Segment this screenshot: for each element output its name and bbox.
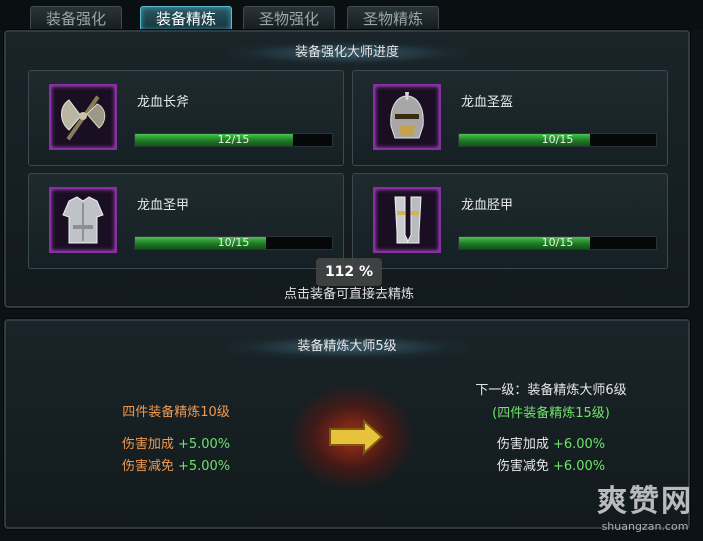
stat-value: +6.00% [552, 437, 606, 452]
watermark-url: shuangzan.com [601, 520, 689, 533]
leg-armor-icon [373, 187, 441, 253]
stat-label: 伤害加成 [121, 437, 174, 452]
tab-equip-enhance[interactable]: 装备强化 [30, 6, 122, 30]
site-watermark: 爽赞网 shuangzan.com [597, 476, 693, 533]
item-name: 龙血圣盔 [461, 95, 514, 110]
next-requirement: (四件装备精炼15级) [492, 406, 610, 421]
stat-value: +5.00% [177, 459, 231, 474]
right-arrow-icon [329, 418, 384, 456]
watermark-logo-text: 爽赞网 [597, 484, 693, 519]
item-name: 龙血圣甲 [137, 198, 190, 213]
equipment-card-axe[interactable]: 龙血长斧 12/15 [28, 70, 344, 166]
stat-label: 伤害减免 [121, 459, 174, 474]
battle-axe-icon [49, 84, 117, 150]
item-name: 龙血胫甲 [461, 198, 514, 213]
progress-bar: 10/15 [458, 236, 657, 250]
tab-relic-enhance[interactable]: 圣物强化 [243, 6, 335, 30]
refine-master-panel: 装备精炼大师5级 四件装备精炼10级 伤害加成 +5.00% 伤害减免 +5.0… [4, 319, 690, 529]
item-name: 龙血长斧 [137, 95, 190, 110]
chest-armor-icon [49, 187, 117, 253]
stat-value: +6.00% [552, 459, 606, 474]
progress-text: 10/15 [217, 236, 250, 249]
stat-value: +5.00% [177, 437, 231, 452]
progress-text: 12/15 [217, 133, 250, 146]
tab-relic-refine[interactable]: 圣物精炼 [347, 6, 439, 30]
zoom-indicator: 112 % [316, 258, 382, 286]
stat-label: 伤害加成 [496, 437, 549, 452]
tab-equip-refine[interactable]: 装备精炼 [140, 6, 232, 30]
equipment-card-chest[interactable]: 龙血圣甲 10/15 [28, 173, 344, 269]
progress-panel-title: 装备强化大师进度 [227, 41, 467, 65]
refine-master-title: 装备精炼大师5级 [227, 335, 467, 359]
equipment-card-legs[interactable]: 龙血胫甲 10/15 [352, 173, 668, 269]
progress-bar: 12/15 [134, 133, 333, 147]
tab-bar: 装备强化 装备精炼 圣物强化 圣物精炼 [0, 0, 703, 30]
current-stat-damage-reduction: 伤害减免 +5.00% [66, 455, 286, 474]
equipment-card-helmet[interactable]: 龙血圣盔 10/15 [352, 70, 668, 166]
progress-bar: 10/15 [458, 133, 657, 147]
next-stat-damage-bonus: 伤害加成 +6.00% [451, 433, 651, 452]
stat-label: 伤害减免 [496, 459, 549, 474]
current-stat-damage-bonus: 伤害加成 +5.00% [66, 433, 286, 452]
arrow-glow [292, 387, 412, 487]
progress-bar: 10/15 [134, 236, 333, 250]
progress-text: 10/15 [541, 133, 574, 146]
next-level-heading: 下一级：装备精炼大师6级 [475, 383, 627, 398]
helmet-icon [373, 84, 441, 150]
next-stat-damage-reduction: 伤害减免 +6.00% [451, 455, 651, 474]
progress-text: 10/15 [541, 236, 574, 249]
current-requirement: 四件装备精炼10级 [122, 405, 230, 420]
